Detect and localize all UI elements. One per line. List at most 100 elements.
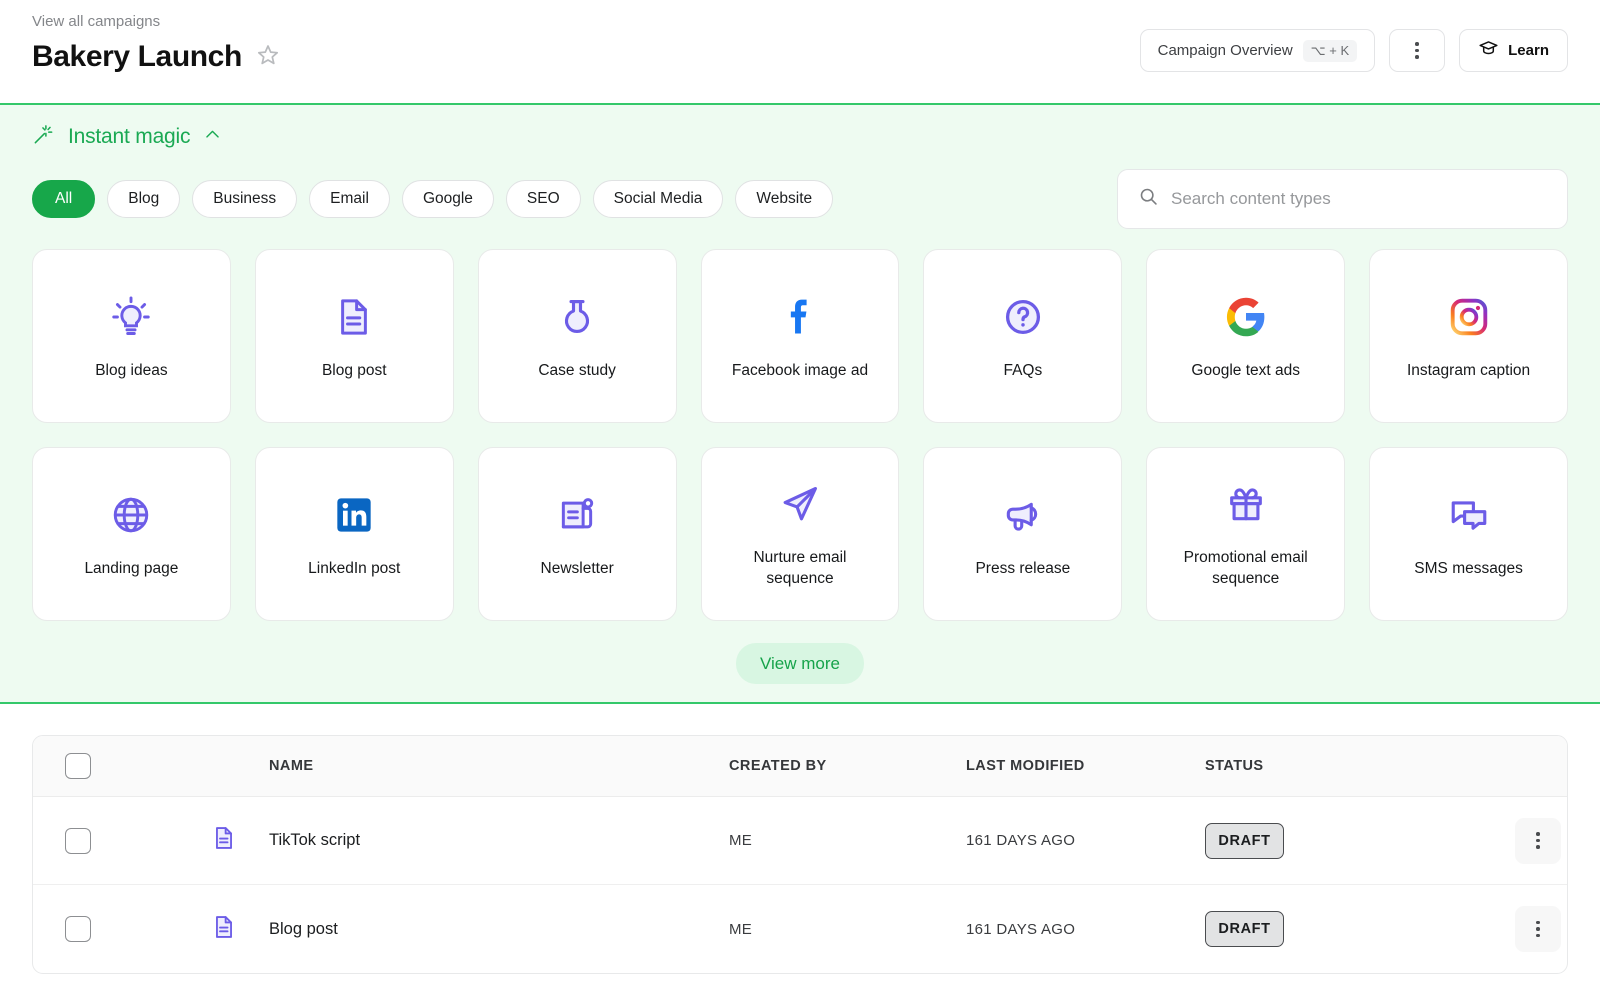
chat-bubbles-icon (1447, 490, 1491, 540)
vertical-dots-icon (1536, 921, 1540, 938)
newsletter-icon (556, 490, 598, 540)
campaign-overview-label: Campaign Overview (1158, 42, 1293, 59)
row-status-cell: DRAFT (1205, 911, 1515, 947)
facebook-icon (778, 292, 822, 342)
card-label: SMS messages (1414, 558, 1523, 579)
chevron-up-icon[interactable] (203, 125, 222, 149)
card-label: Nurture email sequence (730, 547, 870, 589)
row-more-menu-button[interactable] (1515, 818, 1561, 864)
megaphone-icon (1001, 490, 1045, 540)
learn-button[interactable]: Learn (1459, 29, 1568, 72)
search-content-types[interactable] (1117, 169, 1568, 229)
document-icon (333, 292, 375, 342)
filter-chip-blog[interactable]: Blog (107, 180, 180, 218)
card-landing-page[interactable]: Landing page (32, 447, 231, 621)
column-header-created-by[interactable]: CREATED BY (729, 758, 966, 774)
row-name: TikTok script (269, 831, 729, 850)
question-circle-icon (1001, 292, 1045, 342)
filter-chip-all[interactable]: All (32, 180, 95, 218)
filter-chip-social-media[interactable]: Social Media (593, 180, 724, 218)
page-header: View all campaigns Bakery Launch Campaig… (0, 0, 1600, 103)
card-linkedin-post[interactable]: LinkedIn post (255, 447, 454, 621)
card-press-release[interactable]: Press release (923, 447, 1122, 621)
document-icon (211, 825, 269, 856)
row-created-by: ME (729, 832, 966, 849)
campaign-overview-shortcut: ⌥ + K (1303, 40, 1357, 62)
card-label: Landing page (84, 558, 178, 579)
card-nurture-email-sequence[interactable]: Nurture email sequence (701, 447, 900, 621)
filter-chip-website[interactable]: Website (735, 180, 833, 218)
row-select-cell (33, 916, 211, 942)
header-actions: Campaign Overview ⌥ + K Learn (1140, 29, 1568, 72)
favorite-star-icon[interactable] (256, 43, 280, 72)
row-status-cell: DRAFT (1205, 823, 1515, 859)
globe-icon (109, 490, 153, 540)
select-all-checkbox[interactable] (65, 753, 91, 779)
instant-magic-panel: Instant magic All Blog Business Email Go… (0, 103, 1600, 704)
lightbulb-icon (109, 292, 153, 342)
content-table: NAME CREATED BY LAST MODIFIED STATUS Tik… (32, 735, 1568, 974)
column-header-last-modified[interactable]: LAST MODIFIED (966, 758, 1205, 774)
view-more-wrap: View more (32, 643, 1568, 684)
linkedin-icon (334, 490, 374, 540)
instagram-icon (1447, 292, 1491, 342)
card-google-text-ads[interactable]: Google text ads (1146, 249, 1345, 423)
card-label: FAQs (1003, 360, 1042, 381)
card-instagram-caption[interactable]: Instagram caption (1369, 249, 1568, 423)
view-more-button[interactable]: View more (736, 643, 864, 684)
card-label: LinkedIn post (308, 558, 400, 579)
column-header-status[interactable]: STATUS (1205, 758, 1515, 774)
card-case-study[interactable]: Case study (478, 249, 677, 423)
search-icon (1138, 186, 1159, 212)
filter-chip-seo[interactable]: SEO (506, 180, 581, 218)
filter-chip-business[interactable]: Business (192, 180, 297, 218)
select-all-cell (33, 753, 211, 779)
card-blog-post[interactable]: Blog post (255, 249, 454, 423)
flask-icon (556, 292, 598, 342)
card-label: Promotional email sequence (1176, 547, 1316, 589)
status-badge: DRAFT (1205, 823, 1284, 859)
status-badge: DRAFT (1205, 911, 1284, 947)
card-label: Blog post (322, 360, 387, 381)
card-promotional-email-sequence[interactable]: Promotional email sequence (1146, 447, 1345, 621)
card-label: Instagram caption (1407, 360, 1530, 381)
card-newsletter[interactable]: Newsletter (478, 447, 677, 621)
row-more-menu-button[interactable] (1515, 906, 1561, 952)
header-more-menu-button[interactable] (1389, 29, 1445, 72)
graduation-cap-icon (1478, 38, 1499, 63)
row-last-modified: 161 DAYS AGO (966, 921, 1205, 938)
gift-icon (1224, 479, 1268, 529)
filter-chip-google[interactable]: Google (402, 180, 494, 218)
card-sms-messages[interactable]: SMS messages (1369, 447, 1568, 621)
card-label: Blog ideas (95, 360, 167, 381)
card-label: Case study (538, 360, 616, 381)
table-row[interactable]: Blog post ME 161 DAYS AGO DRAFT (33, 885, 1567, 973)
card-label: Google text ads (1191, 360, 1300, 381)
card-label: Press release (975, 558, 1070, 579)
table-row[interactable]: TikTok script ME 161 DAYS AGO DRAFT (33, 797, 1567, 885)
row-checkbox[interactable] (65, 828, 91, 854)
card-faqs[interactable]: FAQs (923, 249, 1122, 423)
filter-chip-email[interactable]: Email (309, 180, 390, 218)
campaign-overview-button[interactable]: Campaign Overview ⌥ + K (1140, 29, 1376, 72)
learn-label: Learn (1508, 42, 1549, 59)
row-select-cell (33, 828, 211, 854)
row-created-by: ME (729, 921, 966, 938)
table-header-row: NAME CREATED BY LAST MODIFIED STATUS (33, 736, 1567, 797)
vertical-dots-icon (1415, 42, 1419, 59)
content-table-area: NAME CREATED BY LAST MODIFIED STATUS Tik… (0, 704, 1600, 974)
instant-magic-header[interactable]: Instant magic (32, 123, 1568, 151)
search-input[interactable] (1171, 189, 1547, 209)
content-type-grid: Blog ideas Blog post Case study (32, 249, 1568, 621)
content-type-filters: All Blog Business Email Google SEO Socia… (32, 180, 833, 218)
vertical-dots-icon (1536, 832, 1540, 849)
magic-wand-icon (32, 123, 55, 151)
instant-magic-title: Instant magic (68, 125, 190, 149)
google-icon (1225, 292, 1267, 342)
card-label: Newsletter (541, 558, 614, 579)
page-title: Bakery Launch (32, 40, 242, 74)
card-blog-ideas[interactable]: Blog ideas (32, 249, 231, 423)
row-checkbox[interactable] (65, 916, 91, 942)
column-header-name[interactable]: NAME (269, 758, 729, 774)
card-facebook-image-ad[interactable]: Facebook image ad (701, 249, 900, 423)
